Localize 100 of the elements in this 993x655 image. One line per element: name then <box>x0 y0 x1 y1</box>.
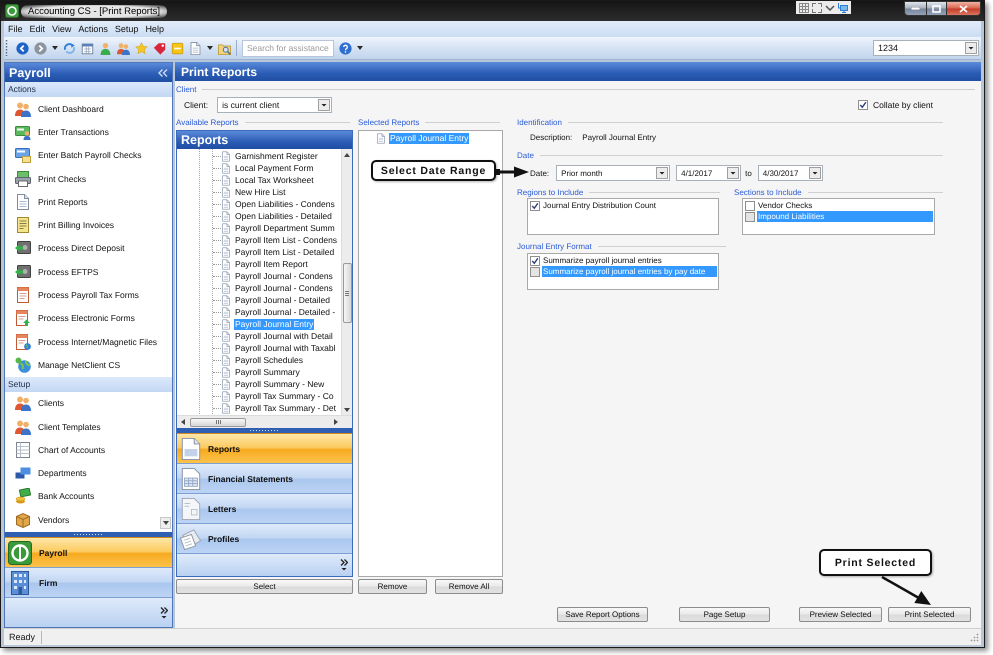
menu-item[interactable]: Actions <box>78 24 108 34</box>
scrollbar-thumb[interactable] <box>190 418 246 426</box>
sidebar-item[interactable]: Client Dashboard <box>5 97 172 120</box>
tree-item[interactable]: Payroll Item List - Condens <box>234 234 338 246</box>
caret-icon[interactable] <box>52 46 58 50</box>
sidebar-item[interactable]: Vendors <box>5 508 172 532</box>
tree-item[interactable]: Payroll Schedules <box>234 354 304 366</box>
nav-button[interactable]: Payroll <box>5 537 172 567</box>
checkbox[interactable] <box>530 266 540 276</box>
help-icon[interactable] <box>339 42 352 54</box>
grid-icon[interactable] <box>799 2 809 12</box>
tree-item[interactable]: Payroll Journal - Detailed <box>234 294 331 306</box>
expand-icon[interactable] <box>812 2 822 12</box>
menu-item[interactable]: Help <box>145 24 164 34</box>
action-button[interactable]: Page Setup <box>679 607 770 622</box>
right-arrow-icon[interactable] <box>334 419 338 425</box>
tree-item[interactable]: Local Payment Form <box>234 162 314 174</box>
client-number-dropdown[interactable]: 1234 <box>873 40 979 56</box>
scroll-down-button[interactable] <box>160 517 171 529</box>
checkbox[interactable] <box>530 200 540 210</box>
chevron-down-icon[interactable] <box>825 4 835 10</box>
tree-item[interactable]: Payroll Department Summ <box>234 222 336 234</box>
list-item[interactable]: Summarize payroll journal entries <box>542 255 717 266</box>
horizontal-scrollbar[interactable] <box>177 415 352 428</box>
menu-item[interactable]: Setup <box>114 24 138 34</box>
tree-item[interactable]: Payroll Item List - Detailed <box>234 246 336 258</box>
down-arrow-icon[interactable] <box>344 408 350 412</box>
tree-item[interactable]: Payroll Journal - Detailed - <box>234 306 336 318</box>
left-arrow-icon[interactable] <box>181 419 185 425</box>
tree-item[interactable]: Payroll Journal - Condens <box>234 270 334 282</box>
double-chevron-icon[interactable] <box>340 559 348 571</box>
splitter-handle[interactable] <box>5 532 172 537</box>
start-date-field[interactable]: 4/1/2017 <box>676 165 742 181</box>
sidebar-item[interactable]: Process Payroll Tax Forms <box>5 283 172 307</box>
checkbox[interactable] <box>858 100 868 110</box>
up-arrow-icon[interactable] <box>344 153 350 157</box>
refresh-icon[interactable] <box>63 42 76 54</box>
document-icon[interactable] <box>189 42 202 54</box>
nav-button[interactable]: Firm <box>5 567 172 597</box>
caret-icon[interactable] <box>357 46 363 50</box>
sidebar-item[interactable]: Chart of Accounts <box>5 438 172 462</box>
sidebar-item[interactable]: Client Templates <box>5 414 172 438</box>
nav-button[interactable]: Profiles <box>177 523 352 553</box>
sidebar-item[interactable]: Process Internet/Magnetic Files <box>5 330 172 354</box>
nav-button[interactable]: Letters <box>177 493 352 523</box>
double-chevron-icon[interactable] <box>160 606 168 618</box>
search-field[interactable]: Search for assistance <box>242 40 334 56</box>
people-icon[interactable] <box>117 42 130 54</box>
close-button[interactable] <box>947 1 981 16</box>
menu-item[interactable]: View <box>52 24 72 34</box>
back-icon[interactable] <box>16 42 29 54</box>
sidebar-item[interactable]: Enter Batch Payroll Checks <box>5 144 172 167</box>
tree-item[interactable]: Payroll Summary <box>234 366 301 378</box>
sidebar-item[interactable]: Process EFTPS <box>5 260 172 284</box>
tree-item[interactable]: New Hire List <box>234 186 287 198</box>
date-range-dropdown[interactable]: Prior month <box>556 165 670 181</box>
tree-item[interactable]: Payroll Journal with Detail <box>234 330 334 342</box>
action-button[interactable]: Print Selected <box>888 607 971 622</box>
nav-button[interactable]: Financial Statements <box>177 463 352 493</box>
tree-item[interactable]: Garnishment Register <box>234 150 319 162</box>
splitter-handle[interactable] <box>177 428 352 433</box>
sidebar-item[interactable]: Clients <box>5 392 172 415</box>
list-item[interactable]: Vendor Checks <box>757 200 933 211</box>
grip-icon[interactable] <box>5 40 8 56</box>
checkbox[interactable] <box>745 212 755 222</box>
sidebar-item[interactable]: Print Checks <box>5 166 172 190</box>
checkbox[interactable] <box>530 256 540 266</box>
maximize-button[interactable] <box>927 1 947 16</box>
folder-search-icon[interactable] <box>218 42 231 54</box>
tag-icon[interactable] <box>153 42 166 54</box>
tree-item[interactable]: Payroll Journal - Condens <box>234 282 334 294</box>
tree-item[interactable]: Payroll Summary - New <box>234 378 326 390</box>
remove-button[interactable]: Remove All <box>435 579 503 594</box>
sidebar-item[interactable]: Print Billing Invoices <box>5 213 172 237</box>
tree-item[interactable]: Open Liabilities - Condens <box>234 198 336 210</box>
sidebar-item[interactable]: Bank Accounts <box>5 484 172 508</box>
client-dropdown[interactable]: is current client <box>217 97 332 113</box>
menu-item[interactable]: File <box>8 24 23 34</box>
action-button[interactable]: Preview Selected <box>799 607 882 622</box>
collapse-icon[interactable] <box>158 68 168 76</box>
tree-item[interactable]: Payroll Tax Summary - Co <box>234 390 335 402</box>
sidebar-item[interactable]: Print Reports <box>5 190 172 214</box>
tree-item[interactable]: Payroll Journal with Taxabl <box>234 342 336 354</box>
nav-button[interactable]: Reports <box>177 433 352 463</box>
resize-grip-icon[interactable] <box>970 632 979 642</box>
sidebar-item[interactable]: Enter Transactions <box>5 120 172 144</box>
caret-icon[interactable] <box>207 46 213 50</box>
end-date-field[interactable]: 4/30/2017 <box>758 165 823 181</box>
calendar-icon[interactable] <box>81 42 94 54</box>
menu-item[interactable]: Edit <box>30 24 46 34</box>
sidebar-item[interactable]: Manage NetClient CS <box>5 353 172 377</box>
tree-item[interactable]: Payroll Tax Summary - Det <box>234 402 337 414</box>
sidebar-item[interactable]: Process Electronic Forms <box>5 306 172 330</box>
sidebar-item[interactable]: Process Direct Deposit <box>5 236 172 260</box>
sidebar-item[interactable]: Departments <box>5 461 172 485</box>
remove-button[interactable]: Remove <box>358 579 427 594</box>
scrollbar-thumb[interactable] <box>342 263 352 323</box>
checkbox[interactable] <box>745 200 755 210</box>
tree-item[interactable]: Payroll Item Report <box>234 258 309 270</box>
select-button[interactable]: Select <box>176 579 353 594</box>
